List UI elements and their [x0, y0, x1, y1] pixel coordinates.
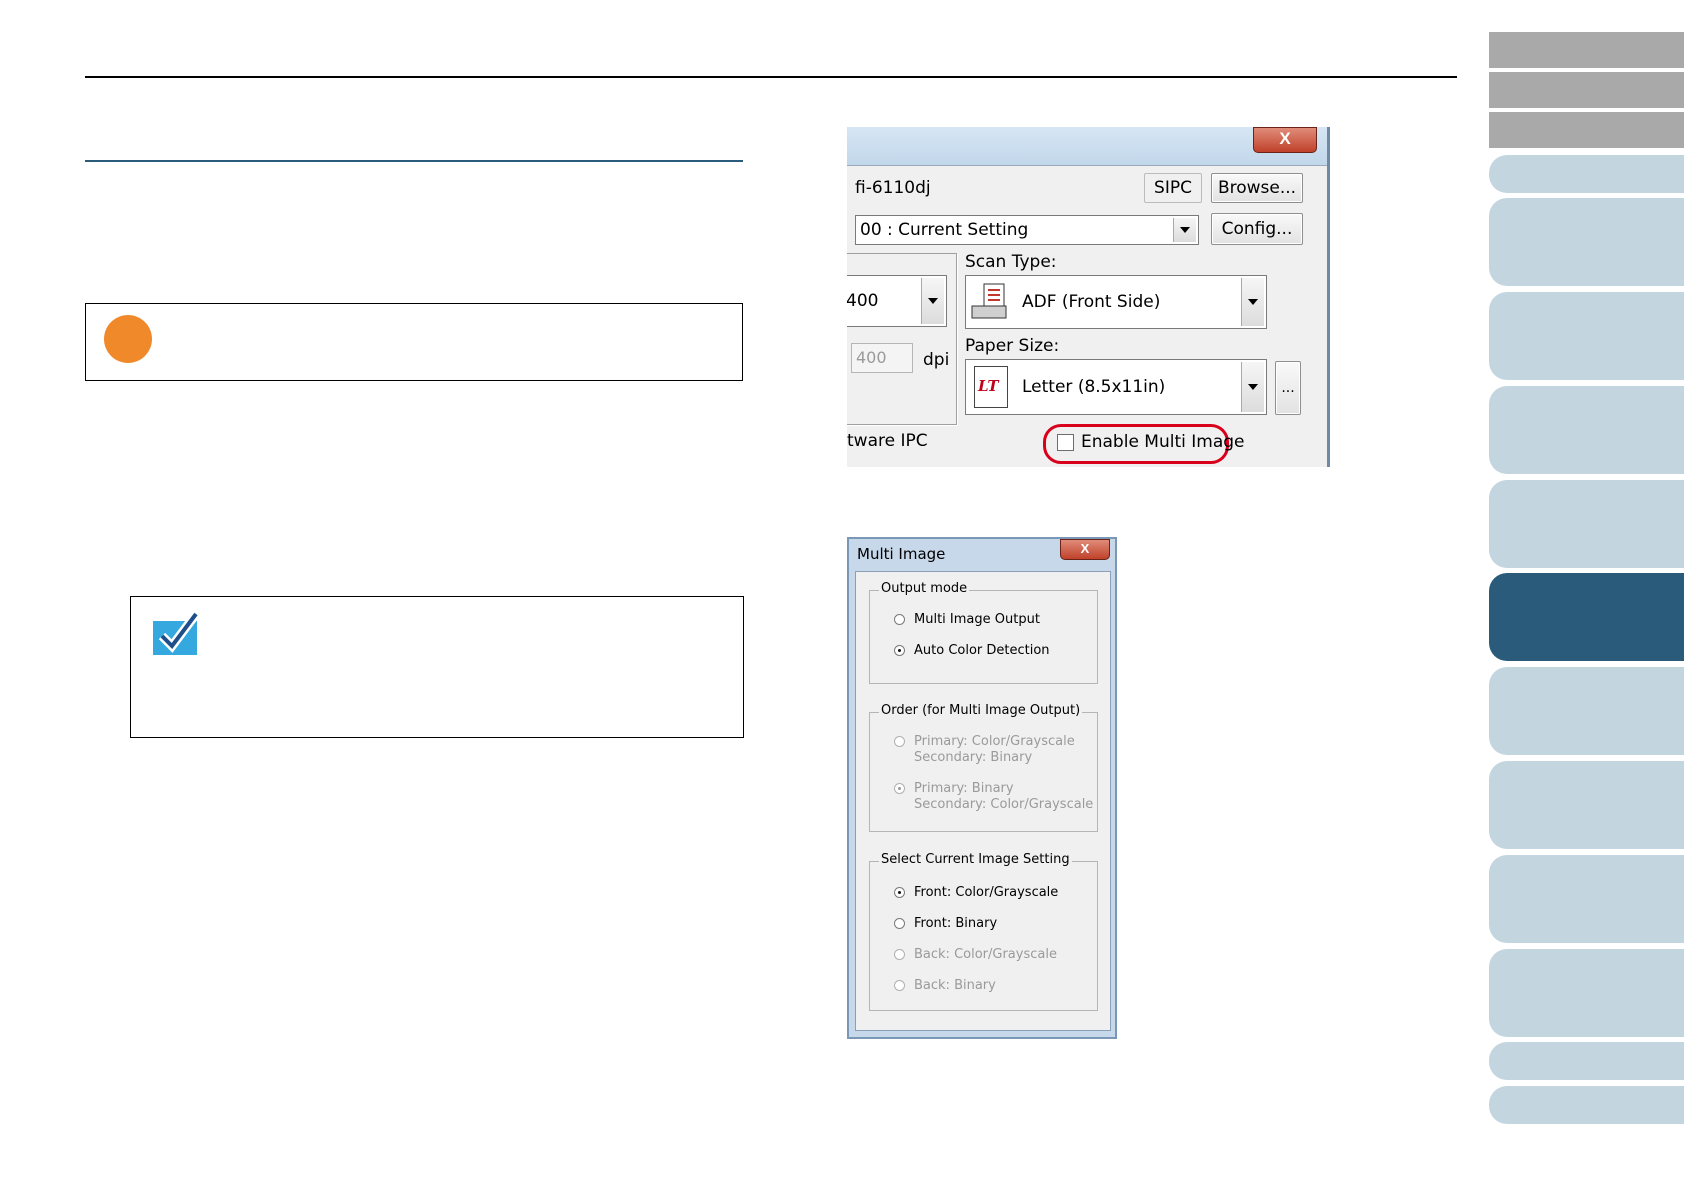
header-rule — [85, 76, 1457, 78]
scanner-name: fi-6110dj — [855, 178, 931, 198]
order-group: Order (for Multi Image Output) Primary: … — [869, 703, 1098, 832]
radio-icon[interactable] — [894, 736, 905, 747]
dpi-label: dpi — [923, 350, 950, 370]
radio-icon[interactable] — [894, 918, 905, 929]
radio-selected-icon[interactable] — [894, 783, 905, 794]
setting-select[interactable]: 00 : Current Setting — [855, 215, 1199, 245]
side-tab-11[interactable] — [1489, 761, 1684, 849]
driver-name-field: SIPC — [1144, 173, 1202, 203]
chevron-down-icon[interactable] — [921, 278, 944, 324]
custom-resolution-input[interactable]: 400 — [851, 343, 913, 373]
chevron-down-icon[interactable] — [1173, 218, 1196, 242]
select-current-image-group: Select Current Image Setting Front: Colo… — [869, 852, 1098, 1011]
side-tab-8[interactable] — [1489, 480, 1684, 568]
radio-icon[interactable] — [894, 614, 905, 625]
browse-button[interactable]: Browse... — [1211, 173, 1303, 203]
side-tab-12[interactable] — [1489, 855, 1684, 943]
side-tab-3[interactable] — [1489, 112, 1684, 148]
side-tab-5[interactable] — [1489, 198, 1684, 286]
checkmark-hint-icon — [153, 612, 200, 655]
chevron-down-icon[interactable] — [1241, 362, 1264, 412]
attention-dot-icon — [104, 315, 152, 363]
resolution-select[interactable]: 400 — [847, 275, 947, 327]
side-tab-2[interactable] — [1489, 72, 1684, 108]
side-tab-7[interactable] — [1489, 386, 1684, 474]
paper-size-more-button[interactable]: ... — [1275, 361, 1301, 415]
close-button[interactable]: X — [1060, 539, 1110, 560]
hint-box — [130, 596, 744, 738]
side-tab-13[interactable] — [1489, 949, 1684, 1037]
checkbox-box[interactable] — [1057, 434, 1074, 451]
close-button[interactable]: X — [1253, 127, 1317, 153]
output-mode-group: Output mode Multi Image Output Auto Colo… — [869, 581, 1098, 684]
side-tab-6[interactable] — [1489, 292, 1684, 380]
radio-selected-icon[interactable] — [894, 645, 905, 656]
chevron-down-icon[interactable] — [1241, 278, 1264, 326]
paper-size-icon: LT — [974, 366, 1008, 408]
side-tab-9-active[interactable] — [1489, 573, 1684, 661]
side-tab-10[interactable] — [1489, 667, 1684, 755]
paper-size-select[interactable]: LT Letter (8.5x11in) — [965, 359, 1267, 415]
ipc-label: tware IPC — [847, 431, 928, 451]
driver-dialog-screenshot: X fi-6110dj SIPC Browse... 00 : Current … — [847, 127, 1330, 467]
radio-icon[interactable] — [894, 949, 905, 960]
adf-scanner-icon — [971, 283, 1007, 319]
attention-box — [85, 303, 743, 381]
side-tab-14[interactable] — [1489, 1042, 1684, 1080]
dialog-title: Multi Image — [857, 545, 946, 563]
close-icon: X — [1279, 129, 1291, 148]
side-tab-1[interactable] — [1489, 32, 1684, 68]
scan-type-label: Scan Type: — [965, 252, 1057, 272]
radio-selected-icon[interactable] — [894, 887, 905, 898]
paper-size-label: Paper Size: — [965, 336, 1060, 356]
config-button[interactable]: Config... — [1211, 213, 1303, 245]
scan-type-select[interactable]: ADF (Front Side) — [965, 275, 1267, 329]
radio-icon[interactable] — [894, 980, 905, 991]
multi-image-dialog: Multi Image X Output mode Multi Image Ou… — [847, 537, 1117, 1039]
close-icon: X — [1080, 541, 1090, 556]
side-tab-15[interactable] — [1489, 1086, 1684, 1124]
side-tab-4[interactable] — [1489, 155, 1684, 193]
section-title-rule — [85, 160, 743, 162]
dialog-body: Output mode Multi Image Output Auto Colo… — [855, 571, 1111, 1031]
enable-multi-image-checkbox[interactable]: Enable Multi Image — [1057, 432, 1307, 454]
